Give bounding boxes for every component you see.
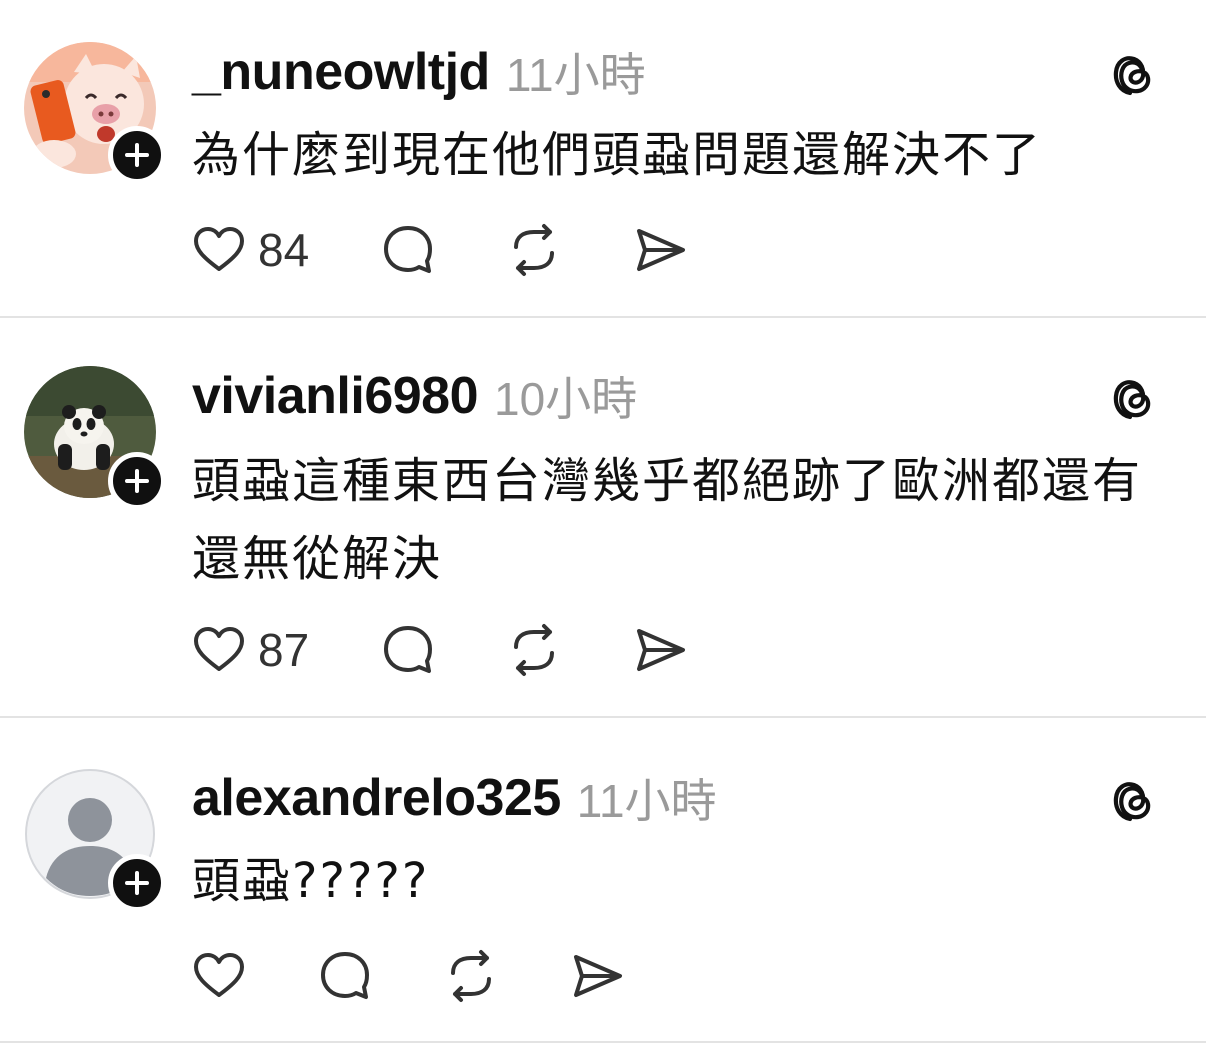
follow-button[interactable] <box>108 126 166 184</box>
send-icon <box>574 955 622 997</box>
post-text: 頭蝨????? <box>192 853 430 909</box>
username[interactable]: vivianli6980 <box>192 366 479 426</box>
repost-icon <box>514 624 555 676</box>
action-bar: 84 <box>192 222 687 278</box>
plus-icon <box>125 871 149 895</box>
repost-button[interactable] <box>507 622 561 678</box>
send-icon <box>637 629 686 671</box>
heart-icon <box>194 227 244 271</box>
action-bar <box>192 948 624 1004</box>
post-header: _nuneowltjd 11小時 <box>192 42 646 102</box>
threads-logo-icon[interactable] <box>1110 374 1158 422</box>
timestamp: 10小時 <box>494 373 638 425</box>
like-button[interactable]: 87 <box>192 622 309 678</box>
threads-reply-feed: _nuneowltjd 11小時 為什麼到現在他們頭蝨問題還解決不了 84 vi… <box>0 0 1206 1045</box>
comment-bubble-icon <box>384 626 433 673</box>
like-button[interactable]: 84 <box>192 222 309 278</box>
action-bar: 87 <box>192 622 687 678</box>
share-button[interactable] <box>633 622 687 678</box>
timestamp: 11小時 <box>576 775 717 827</box>
follow-button[interactable] <box>108 452 166 510</box>
post-item: vivianli6980 10小時 頭蝨這種東西台灣幾乎都絕跡了歐洲都還有還無從… <box>0 318 1206 718</box>
post-item: alexandrelo325 11小時 頭蝨????? <box>0 718 1206 1045</box>
post-header: alexandrelo325 11小時 <box>192 768 717 828</box>
like-button[interactable] <box>192 948 246 1004</box>
post-header: vivianli6980 10小時 <box>192 366 637 426</box>
threads-logo-icon[interactable] <box>1110 50 1158 98</box>
share-button[interactable] <box>633 222 687 278</box>
follow-button[interactable] <box>108 854 166 912</box>
post-item: _nuneowltjd 11小時 為什麼到現在他們頭蝨問題還解決不了 84 <box>0 0 1206 318</box>
like-count: 87 <box>258 624 310 676</box>
share-button[interactable] <box>570 948 624 1004</box>
repost-icon <box>451 950 491 1002</box>
reply-button[interactable] <box>381 622 435 678</box>
send-icon <box>637 229 686 271</box>
like-count: 84 <box>258 224 310 276</box>
reply-button[interactable] <box>318 948 372 1004</box>
comment-bubble-icon <box>321 952 369 999</box>
repost-button[interactable] <box>507 222 561 278</box>
plus-icon <box>125 143 149 167</box>
timestamp: 11小時 <box>505 49 646 101</box>
repost-button[interactable] <box>444 948 498 1004</box>
username[interactable]: alexandrelo325 <box>192 768 561 828</box>
post-divider <box>0 1041 1206 1043</box>
post-text: 為什麼到現在他們頭蝨問題還解決不了 <box>192 127 1043 183</box>
reply-button[interactable] <box>381 222 435 278</box>
heart-icon <box>194 953 244 997</box>
username[interactable]: _nuneowltjd <box>192 42 490 102</box>
plus-icon <box>125 469 149 493</box>
heart-icon <box>194 627 244 671</box>
threads-logo-icon[interactable] <box>1110 776 1158 824</box>
comment-bubble-icon <box>384 226 433 273</box>
post-text: 頭蝨這種東西台灣幾乎都絕跡了歐洲都還有還無從解決 <box>192 453 1143 587</box>
repost-icon <box>514 224 555 276</box>
